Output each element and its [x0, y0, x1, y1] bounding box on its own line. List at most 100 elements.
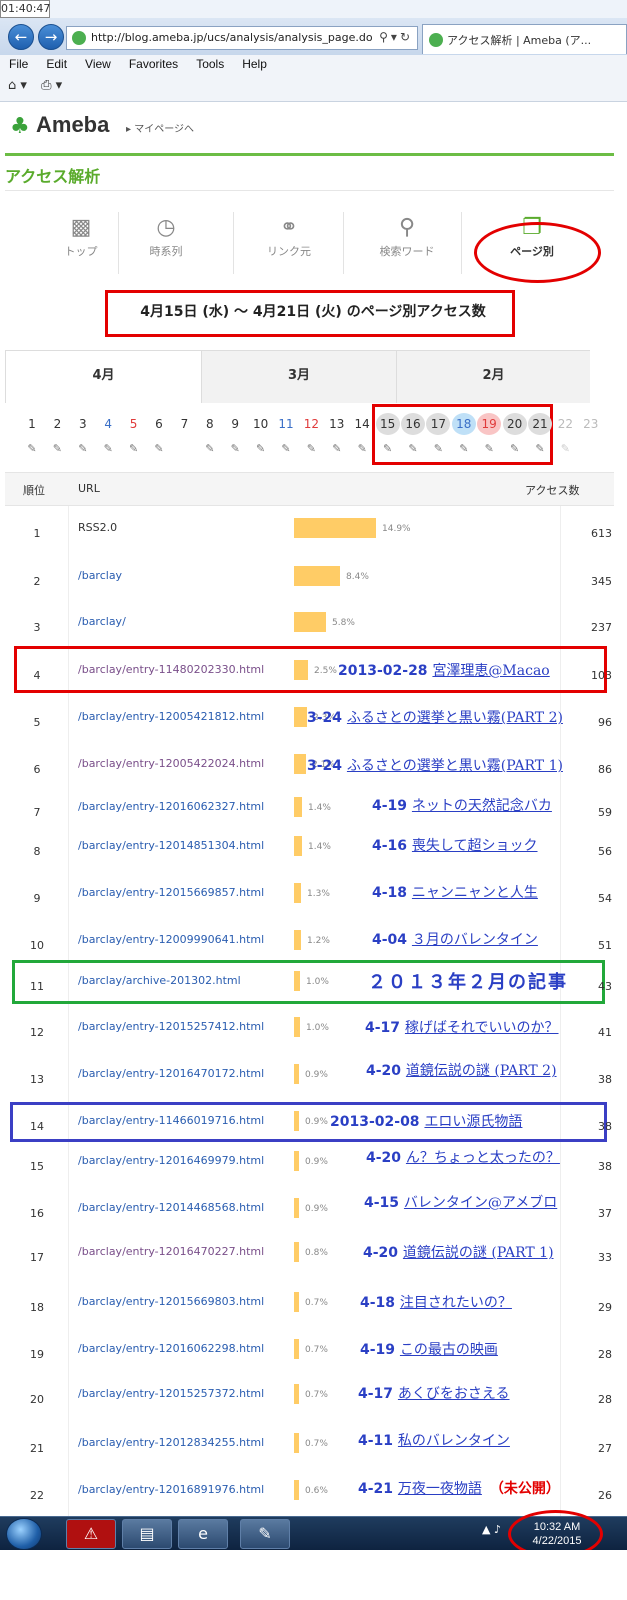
forward-button[interactable]: →	[38, 24, 64, 50]
annotation-title[interactable]: ２０１３年２月の記事	[368, 972, 568, 993]
address-tools-icon[interactable]: ⚲▾↻	[379, 30, 413, 44]
day-18[interactable]: 18	[451, 413, 476, 435]
day-23[interactable]: 23	[579, 413, 603, 435]
address-bar[interactable]: http://blog.ameba.jp/ucs/analysis/analys…	[66, 26, 418, 50]
drive-taskbar-icon[interactable]: ▤	[122, 1519, 172, 1549]
nav-referrer[interactable]: ⚭ リンク元	[239, 213, 339, 259]
day-10[interactable]: 10	[249, 413, 273, 435]
annotation-title[interactable]: 宮澤理恵@Macao	[432, 663, 549, 679]
annotation-title[interactable]: あくびをおさえる	[398, 1386, 510, 1402]
menu-tools[interactable]: Tools	[187, 55, 233, 71]
row-url-link[interactable]: /barclay/entry-12005422024.html	[78, 757, 264, 770]
day-8[interactable]: 8	[198, 413, 222, 435]
annotation-date: 3-24	[307, 758, 343, 774]
row-url-link[interactable]: /barclay/entry-12015669857.html	[78, 886, 264, 899]
menu-file[interactable]: File	[0, 55, 37, 71]
print-icon[interactable]: ⎙ ▾	[41, 78, 62, 93]
day-16[interactable]: 16	[401, 413, 425, 435]
annotation-title[interactable]: ふるさとの選挙と黒い霧(PART 2)	[347, 710, 563, 726]
row-url-link[interactable]: /barclay/entry-12015669803.html	[78, 1295, 264, 1308]
ameba-logo[interactable]: Ameba	[36, 112, 109, 138]
row-url-link[interactable]: /barclay/entry-12016062298.html	[78, 1342, 264, 1355]
annotation-title[interactable]: 道鏡伝説の謎 (PART 1)	[403, 1245, 554, 1261]
annotation-title[interactable]: 注目されたいの？	[400, 1295, 512, 1311]
annotation-date: 2013-02-08	[330, 1114, 420, 1130]
day-2[interactable]: 2	[45, 413, 69, 435]
annotation-date: 4-21	[358, 1481, 394, 1497]
annotation-date: 4-16	[372, 838, 408, 854]
day-15[interactable]: 15	[375, 413, 400, 435]
row-url-link[interactable]: /barclay/entry-12009990641.html	[78, 933, 264, 946]
day-5[interactable]: 5	[122, 413, 146, 435]
menu-edit[interactable]: Edit	[37, 55, 76, 71]
row-share-percent: 1.4%	[308, 842, 331, 852]
annotation-title[interactable]: 喪失して超ショック	[412, 838, 538, 854]
row-url-link[interactable]: /barclay/entry-12016062327.html	[78, 800, 264, 813]
row-url-link[interactable]: /barclay/entry-12014468568.html	[78, 1201, 264, 1214]
tray-icons[interactable]: ▲ ♪	[482, 1523, 501, 1536]
day-9[interactable]: 9	[223, 413, 247, 435]
row-url-link[interactable]: /barclay/entry-12012834255.html	[78, 1436, 264, 1449]
day-22[interactable]: 22	[553, 413, 577, 435]
menu-view[interactable]: View	[76, 55, 120, 71]
tab-february[interactable]: 2月	[396, 351, 590, 403]
row-url-link[interactable]: /barclay/entry-12015257412.html	[78, 1020, 264, 1033]
row-url-link[interactable]: /barclay/entry-11480202330.html	[78, 663, 264, 676]
day-12[interactable]: 12	[299, 413, 323, 435]
menu-help[interactable]: Help	[233, 55, 276, 71]
tab-april[interactable]: 4月	[6, 351, 201, 403]
annotation-title[interactable]: ん？ちょっと太ったの？	[406, 1150, 560, 1166]
annotation-title[interactable]: 道鏡伝説の謎 (PART 2)	[406, 1063, 557, 1079]
ie-taskbar-icon[interactable]: e	[178, 1519, 228, 1549]
annotation-title[interactable]: ネットの天然記念バカ	[412, 798, 552, 814]
annotation-title[interactable]: エロい源氏物語	[424, 1114, 522, 1130]
browser-tab[interactable]: アクセス解析 | Ameba (ア...	[422, 24, 627, 54]
row-url-link[interactable]: /barclay	[78, 569, 122, 582]
row-url-link[interactable]: /barclay/entry-12016891976.html	[78, 1483, 264, 1496]
day-3[interactable]: 3	[71, 413, 95, 435]
paint-taskbar-icon[interactable]: ✎	[240, 1519, 290, 1549]
row-url-link[interactable]: /barclay/entry-12016470227.html	[78, 1245, 264, 1258]
annotation-title[interactable]: この最古の映画	[400, 1342, 498, 1358]
annotation-title[interactable]: ふるさとの選挙と黒い霧(PART 1)	[347, 758, 563, 774]
home-icon[interactable]: ⌂ ▾	[8, 78, 27, 93]
day-6[interactable]: 6	[147, 413, 171, 435]
day-1[interactable]: 1	[20, 413, 44, 435]
menu-favorites[interactable]: Favorites	[120, 55, 187, 71]
row-annotation: 4-04 ３月のバレンタイン	[372, 929, 538, 949]
acrobat-taskbar-icon[interactable]: ⚠	[66, 1519, 116, 1549]
nav-timeline[interactable]: ◷ 時系列	[116, 213, 216, 259]
day-19[interactable]: 19	[477, 413, 502, 435]
annotation-title[interactable]: バレンタイン@アメブロ	[404, 1195, 557, 1211]
row-share-percent: 8.4%	[346, 572, 369, 582]
day-20[interactable]: 20	[502, 413, 527, 435]
row-share-percent: 0.8%	[305, 1248, 328, 1258]
row-url-link[interactable]: /barclay/entry-11466019716.html	[78, 1114, 264, 1127]
row-url-link[interactable]: /barclay/entry-12016469979.html	[78, 1154, 264, 1167]
row-share-bar	[294, 518, 376, 538]
row-url-link[interactable]: /barclay/entry-12015257372.html	[78, 1387, 264, 1400]
row-url-link[interactable]: /barclay/entry-12014851304.html	[78, 839, 264, 852]
day-11[interactable]: 11	[274, 413, 298, 435]
tab-march[interactable]: 3月	[201, 351, 396, 403]
row-url-link[interactable]: /barclay/archive-201302.html	[78, 974, 241, 987]
annotation-title[interactable]: 稼げばそれでいいのか？	[405, 1020, 559, 1036]
row-access-count: 54	[598, 892, 612, 905]
row-url-link[interactable]: /barclay/entry-12005421812.html	[78, 710, 264, 723]
day-14[interactable]: 14	[350, 413, 374, 435]
back-button[interactable]: ←	[8, 24, 34, 50]
row-url-link[interactable]: /barclay/	[78, 615, 126, 628]
mypage-link[interactable]: ▸ マイページへ	[126, 120, 194, 135]
row-url-link[interactable]: /barclay/entry-12016470172.html	[78, 1067, 264, 1080]
row-annotation: 3-24 ふるさとの選挙と黒い霧(PART 2)	[307, 707, 563, 727]
day-21[interactable]: 21	[528, 413, 552, 435]
start-button[interactable]	[6, 1518, 42, 1550]
annotation-title[interactable]: ニャンニャンと人生	[412, 885, 538, 901]
day-7[interactable]: 7	[172, 413, 196, 435]
annotation-title[interactable]: 私のバレンタイン	[398, 1433, 510, 1449]
annotation-title[interactable]: 万夜一夜物語	[398, 1481, 482, 1497]
day-13[interactable]: 13	[325, 413, 349, 435]
nav-search-words[interactable]: ⚲ 検索ワード	[357, 213, 457, 259]
annotation-title[interactable]: ３月のバレンタイン	[412, 932, 538, 948]
day-4[interactable]: 4	[96, 413, 120, 435]
